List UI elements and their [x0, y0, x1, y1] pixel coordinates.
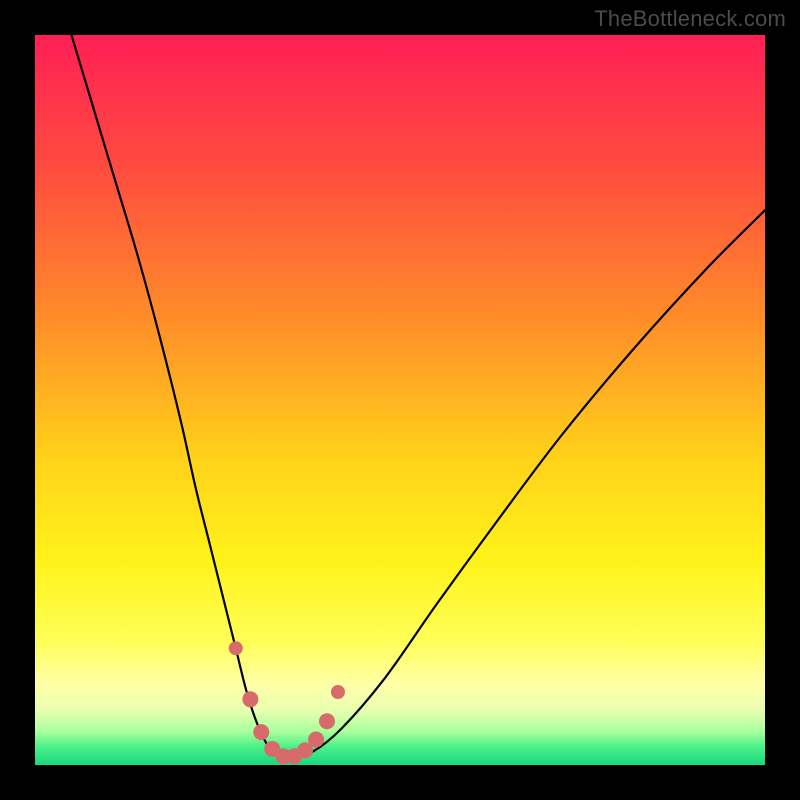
highlight-markers — [229, 641, 345, 764]
bottleneck-curve — [72, 35, 766, 758]
curve-layer — [35, 35, 765, 765]
watermark-label: TheBottleneck.com — [594, 6, 786, 32]
chart-frame: TheBottleneck.com — [0, 0, 800, 800]
marker-point — [331, 685, 345, 699]
marker-point — [242, 691, 258, 707]
marker-point — [253, 724, 269, 740]
plot-area — [35, 35, 765, 765]
marker-point — [319, 713, 335, 729]
marker-point — [229, 641, 243, 655]
marker-point — [308, 731, 324, 747]
